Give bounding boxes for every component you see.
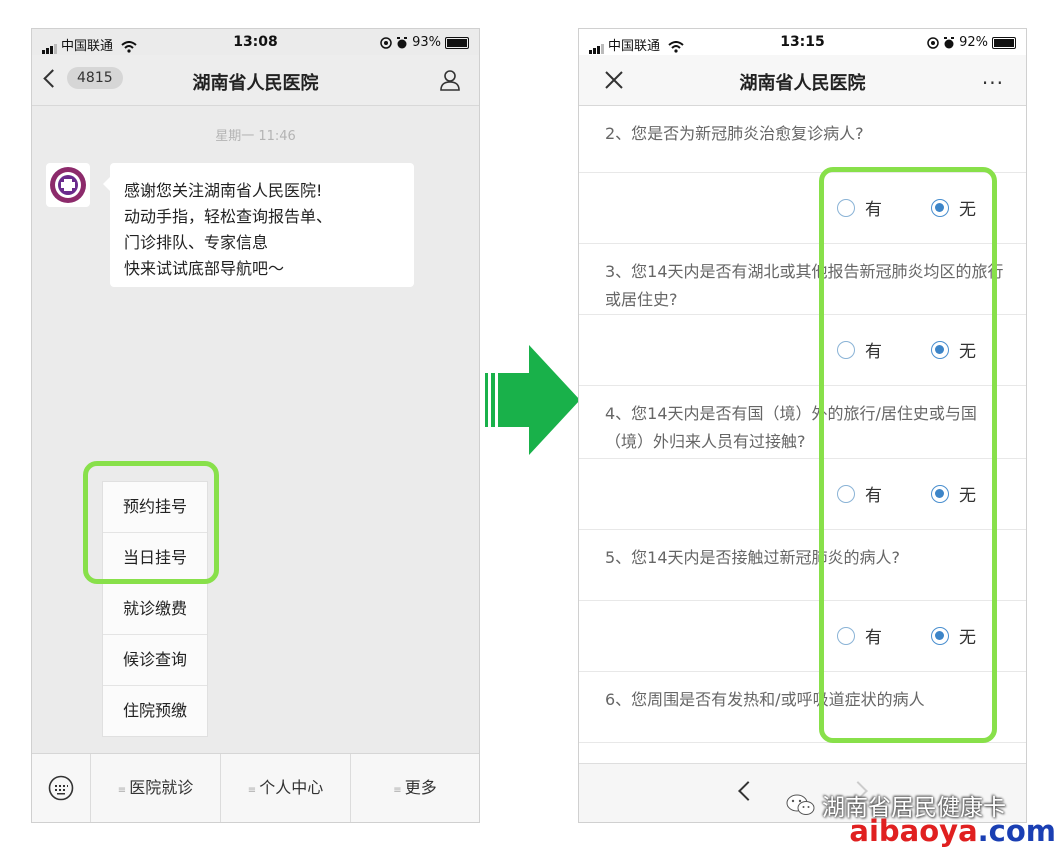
question-item: 6、您周围是否有发热和/或呼吸道症状的病人 (579, 672, 1026, 743)
question-item: 2、您是否为新冠肺炎治愈复诊病人? (579, 106, 1026, 173)
menu-lines-icon: ≡ (117, 785, 127, 796)
battery-icon (445, 36, 469, 49)
question-text: 4、您14天内是否有国（境）外的旅行/居住史或与国（境）外归来人员有过接触? (605, 404, 977, 451)
page-title: 湖南省人民医院 (192, 73, 319, 94)
battery-percent: 93% (412, 35, 441, 50)
radio-unchecked-icon[interactable] (837, 626, 855, 645)
battery-area: 93% (380, 35, 469, 50)
right-phone-screen: 中国联通 13:15 92% 湖南省人民医院 ··· 2、您是否为新冠肺炎治愈复… (578, 28, 1027, 823)
page-title: 湖南省人民医院 (739, 73, 866, 94)
option-no[interactable]: 无 (931, 481, 976, 506)
site-watermark-red: aibaoya (849, 814, 978, 848)
radio-checked-icon[interactable] (931, 626, 949, 645)
tab-label: 更多 (404, 778, 437, 797)
tab-more[interactable]: ≡ 更多 (351, 754, 479, 822)
message-line: 感谢您关注湖南省人民医院! (124, 181, 323, 200)
menu-lines-icon: ≡ (247, 785, 257, 796)
location-icon (927, 36, 939, 49)
bottom-menu-bar: ≡ 医院就诊 ≡ 个人中心 ≡ 更多 (32, 753, 479, 822)
question-text: 3、您14天内是否有湖北或其他报告新冠肺炎均区的旅行或居住史? (605, 262, 1004, 309)
radio-unchecked-icon[interactable] (837, 340, 855, 359)
welcome-message-bubble: 感谢您关注湖南省人民医院! 动动手指，轻松查询报告单、 门诊排队、专家信息 快来… (103, 163, 414, 287)
status-bar: 中国联通 13:08 93% (32, 29, 479, 55)
option-label: 无 (959, 486, 976, 506)
radio-checked-icon[interactable] (931, 484, 949, 503)
answer-row: 有 无 (579, 315, 1026, 386)
option-label: 有 (865, 342, 882, 362)
answer-row: 有 无 (579, 173, 1026, 244)
option-yes[interactable]: 有 (837, 481, 882, 506)
battery-area: 92% (927, 35, 1016, 50)
battery-percent: 92% (959, 35, 988, 50)
alarm-icon (397, 36, 408, 48)
message-line: 门诊排队、专家信息 (124, 233, 269, 252)
menu-item-payment[interactable]: 就诊缴费 (103, 584, 207, 635)
answer-row: 有 无 (579, 601, 1026, 672)
option-no[interactable]: 无 (931, 195, 976, 220)
question-text: 5、您14天内是否接触过新冠肺炎的病人? (605, 548, 901, 567)
hospital-logo-icon (50, 167, 86, 203)
message-line: 快来试试底部导航吧～ (124, 259, 285, 278)
question-text: 2、您是否为新冠肺炎治愈复诊病人? (605, 124, 864, 143)
tab-label: 个人中心 (259, 778, 324, 797)
browser-back-icon[interactable] (738, 781, 758, 801)
person-icon[interactable] (439, 69, 461, 91)
tab-personal-center[interactable]: ≡ 个人中心 (221, 754, 351, 822)
menu-item-inpatient-deposit[interactable]: 住院预缴 (103, 686, 207, 736)
status-bar: 中国联通 13:15 92% (579, 29, 1026, 55)
left-phone-screen: 中国联通 13:08 93% 4815 湖南省人民医院 星期一 11:46 感谢… (31, 28, 480, 823)
option-label: 无 (959, 342, 976, 362)
site-watermark: aibaoya.com (849, 814, 1056, 848)
question-item: 4、您14天内是否有国（境）外的旅行/居住史或与国（境）外归来人员有过接触? (579, 386, 1026, 459)
menu-item-same-day[interactable]: 当日挂号 (103, 533, 207, 584)
option-label: 有 (865, 628, 882, 648)
webview-header: 湖南省人民医院 ··· (579, 55, 1026, 106)
radio-unchecked-icon[interactable] (837, 198, 855, 217)
option-label: 无 (959, 200, 976, 220)
option-label: 有 (865, 200, 882, 220)
option-no[interactable]: 无 (931, 623, 976, 648)
question-item: 3、您14天内是否有湖北或其他报告新冠肺炎均区的旅行或居住史? (579, 244, 1026, 315)
tab-hospital-visit[interactable]: ≡ 医院就诊 (91, 754, 221, 822)
site-watermark-blue: .com (977, 814, 1056, 848)
message-timestamp: 星期一 11:46 (215, 129, 296, 144)
keyboard-icon (48, 775, 74, 801)
radio-checked-icon[interactable] (931, 340, 949, 359)
keyboard-toggle-button[interactable] (32, 754, 91, 822)
option-no[interactable]: 无 (931, 337, 976, 362)
message-line: 动动手指，轻松查询报告单、 (124, 207, 333, 226)
menu-item-queue[interactable]: 候诊查询 (103, 635, 207, 686)
question-item: 5、您14天内是否接触过新冠肺炎的病人? (579, 530, 1026, 601)
option-label: 无 (959, 628, 976, 648)
menu-item-appointment[interactable]: 预约挂号 (103, 482, 207, 533)
tab-label: 医院就诊 (129, 778, 194, 797)
location-icon (380, 36, 392, 49)
hospital-avatar[interactable] (46, 163, 90, 207)
option-yes[interactable]: 有 (837, 195, 882, 220)
answer-row: 有 无 (579, 459, 1026, 530)
option-label: 有 (865, 486, 882, 506)
submenu-popup: 预约挂号 当日挂号 就诊缴费 候诊查询 住院预缴 (102, 481, 208, 737)
radio-checked-icon[interactable] (931, 198, 949, 217)
right-arrow-icon (485, 345, 580, 455)
radio-unchecked-icon[interactable] (837, 484, 855, 503)
more-options-icon[interactable]: ··· (982, 71, 1004, 95)
option-yes[interactable]: 有 (837, 337, 882, 362)
transition-arrow (485, 345, 580, 455)
chat-header: 4815 湖南省人民医院 (32, 55, 479, 106)
question-text: 6、您周围是否有发热和/或呼吸道症状的病人 (605, 690, 925, 709)
menu-lines-icon: ≡ (393, 785, 402, 796)
alarm-icon (944, 36, 955, 48)
wechat-icon (786, 794, 815, 815)
battery-icon (992, 36, 1016, 49)
option-yes[interactable]: 有 (837, 623, 882, 648)
